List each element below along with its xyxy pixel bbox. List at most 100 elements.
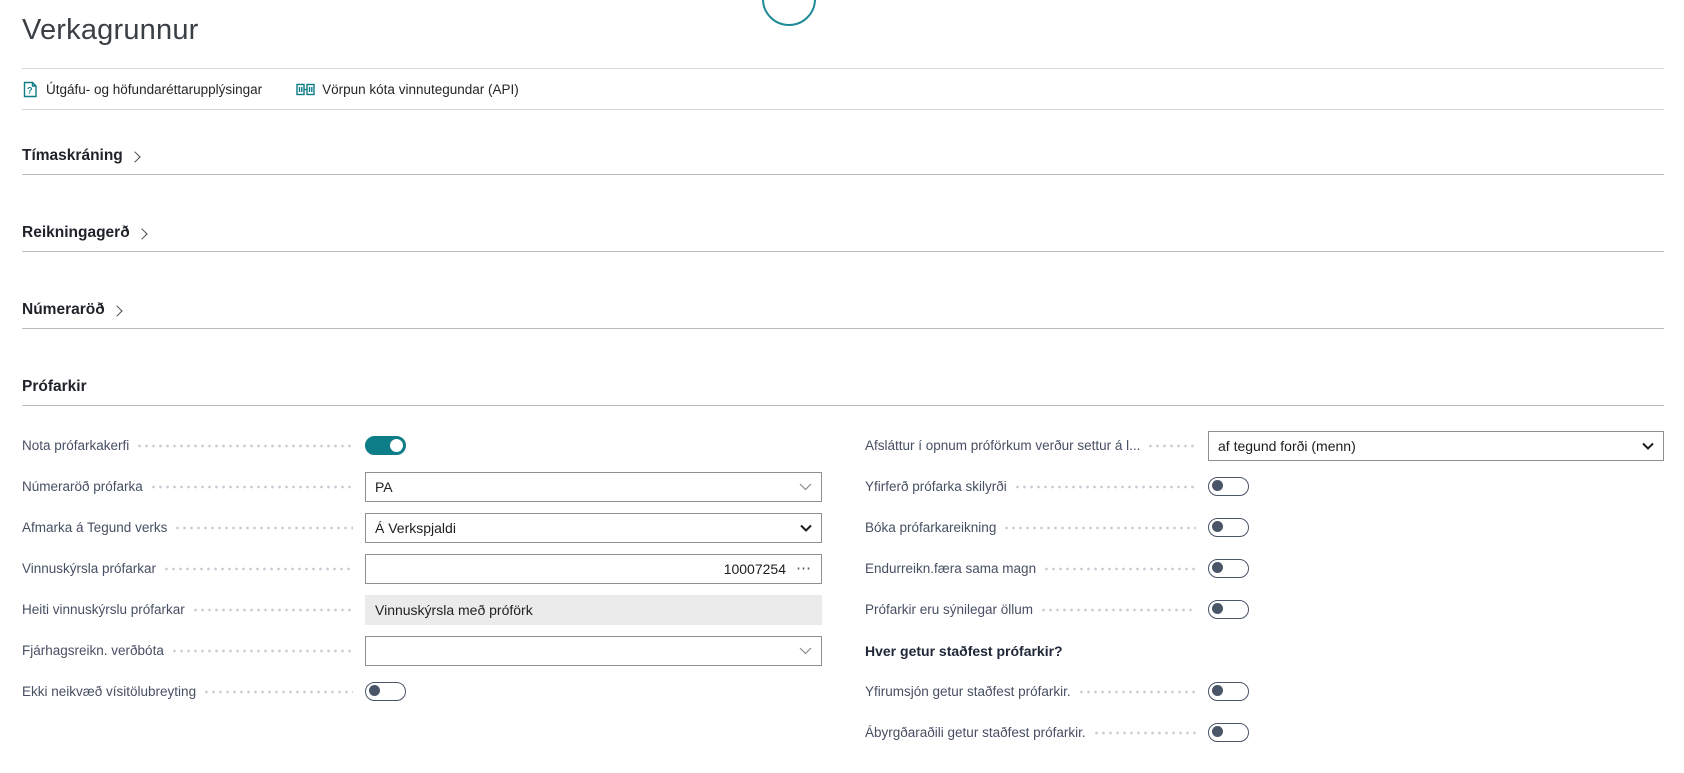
select-value: af tegund forði (menn)	[1218, 438, 1634, 454]
field-label: Prófarkir eru sýnilegar öllum	[865, 602, 1033, 617]
leader-dots	[150, 480, 353, 494]
chevron-down-icon	[800, 524, 812, 532]
section-header[interactable]: Reikningagerð	[22, 224, 1664, 251]
field-row-fjarhagsreikn-verdbota: Fjárhagsreikn. verðbóta	[22, 630, 822, 671]
leader-dots	[163, 562, 353, 576]
field-row-numerarod-profarka: Númeraröð prófarka PA	[22, 466, 822, 507]
leader-dots	[1014, 480, 1196, 494]
section-profarkir: Prófarkir	[22, 329, 1664, 406]
leader-dots	[1003, 521, 1196, 535]
toggle-endurreikn[interactable]	[1208, 559, 1249, 578]
field-label: Ekki neikvæð vísitölubreyting	[22, 684, 196, 699]
toolbar-item-label: Útgáfu- og höfundaréttarupplýsingar	[46, 82, 262, 97]
field-label: Númeraröð prófarka	[22, 479, 143, 494]
leader-dots	[1093, 726, 1196, 740]
input-value: 10007254	[375, 561, 786, 577]
leader-dots	[1078, 685, 1196, 699]
field-row-profarkir-synilegar: Prófarkir eru sýnilegar öllum	[865, 589, 1664, 630]
fields-column-left: Nota prófarkakerfi Númeraröð prófarka PA	[22, 425, 822, 753]
leader-dots	[174, 521, 353, 535]
toolbar-item-version-info[interactable]: ? Útgáfu- og höfundaréttarupplýsingar	[22, 81, 262, 98]
toggle-nota-profarkakerfi[interactable]	[365, 436, 406, 455]
page-title: Verkagrunnur	[22, 14, 1664, 47]
input-value: PA	[375, 479, 791, 495]
fields-column-right: Afsláttur í opnum próförkum verður settu…	[865, 425, 1664, 753]
page-toolbar: ? Útgáfu- og höfundaréttarupplýsingar Vö…	[22, 69, 1664, 109]
chevron-right-icon	[111, 305, 122, 316]
assist-edit-icon[interactable]: ⋯	[796, 561, 812, 576]
toggle-profarkir-synilegar[interactable]	[1208, 600, 1249, 619]
numerarod-profarka-input[interactable]: PA	[365, 472, 822, 502]
leader-dots	[136, 439, 353, 453]
fjarhagsreikn-verdbota-input[interactable]	[365, 636, 822, 666]
vinnuskyrsla-profarkar-input[interactable]: 10007254 ⋯	[365, 554, 822, 584]
toggle-ekki-neikvaed[interactable]	[365, 682, 406, 701]
field-row-abyrgdaradili-stadfest: Ábyrgðaraðili getur staðfest prófarkir.	[865, 712, 1664, 753]
section-reikningagerd: Reikningagerð	[22, 175, 1664, 252]
svg-text:?: ?	[27, 85, 33, 95]
field-row-afmarka-tegund-verks: Afmarka á Tegund verks Á Verkspjaldi	[22, 507, 822, 548]
field-row-afslattur: Afsláttur í opnum próförkum verður settu…	[865, 425, 1664, 466]
leader-dots	[203, 685, 353, 699]
toggle-knob	[369, 685, 380, 696]
column-gap	[822, 425, 865, 753]
version-info-icon: ?	[22, 81, 39, 98]
group-subheading: Hver getur staðfest prófarkir?	[865, 643, 1063, 659]
field-row-yfirumsjon-stadfest: Yfirumsjón getur staðfest prófarkir.	[865, 671, 1664, 712]
toggle-knob	[390, 439, 403, 452]
section-divider	[22, 405, 1664, 406]
section-title: Númeraröð	[22, 301, 105, 319]
chevron-down-icon[interactable]	[799, 483, 812, 491]
section-numerarod: Númeraröð	[22, 252, 1664, 329]
field-row-nota-profarkakerfi: Nota prófarkakerfi	[22, 425, 822, 466]
field-label: Fjárhagsreikn. verðbóta	[22, 643, 164, 658]
select-value: Á Verkspjaldi	[375, 520, 792, 536]
chevron-right-icon	[129, 151, 140, 162]
field-label: Nota prófarkakerfi	[22, 438, 129, 453]
section-timaskraning: Tímaskráning	[22, 110, 1664, 175]
section-header[interactable]: Tímaskráning	[22, 147, 1664, 174]
toggle-knob	[1212, 685, 1223, 696]
toggle-yfirumsjon-stadfest[interactable]	[1208, 682, 1249, 701]
leader-dots	[171, 644, 353, 658]
field-row-yfirferd-skilyrdi: Yfirferð prófarka skilyrði	[865, 466, 1664, 507]
leader-dots	[1040, 603, 1196, 617]
subheading-row-hver-getur-stadfest: Hver getur staðfest prófarkir?	[865, 630, 1664, 671]
input-value: Vinnuskýrsla með próförk	[375, 602, 812, 618]
field-label: Bóka prófarkareikning	[865, 520, 996, 535]
field-row-boka-profarkareikning: Bóka prófarkareikning	[865, 507, 1664, 548]
toggle-knob	[1212, 562, 1223, 573]
chevron-down-icon[interactable]	[799, 647, 812, 655]
leader-dots	[1147, 439, 1196, 453]
field-row-heiti-vinnuskyrslu: Heiti vinnuskýrslu prófarkar Vinnuskýrsl…	[22, 589, 822, 630]
toggle-knob	[1212, 480, 1223, 491]
field-label: Yfirferð prófarka skilyrði	[865, 479, 1007, 494]
project-setup-page: Verkagrunnur ? Útgáfu- og höfundaréttaru…	[0, 14, 1684, 773]
field-label: Yfirumsjón getur staðfest prófarkir.	[865, 684, 1071, 699]
field-label: Afmarka á Tegund verks	[22, 520, 167, 535]
afslattur-select[interactable]: af tegund forði (menn)	[1208, 431, 1664, 461]
heiti-vinnuskyrslu-field: Vinnuskýrsla með próförk	[365, 595, 822, 625]
toolbar-item-code-mapping[interactable]: Vörpun kóta vinnutegundar (API)	[296, 82, 519, 97]
leader-dots	[192, 603, 353, 617]
chevron-right-icon	[136, 228, 147, 239]
leader-dots	[1043, 562, 1196, 576]
field-label: Endurreikn.færa sama magn	[865, 561, 1036, 576]
toggle-boka-profarkareikning[interactable]	[1208, 518, 1249, 537]
field-label: Afsláttur í opnum próförkum verður settu…	[865, 438, 1140, 453]
field-label: Heiti vinnuskýrslu prófarkar	[22, 602, 185, 617]
field-row-endurreikn: Endurreikn.færa sama magn	[865, 548, 1664, 589]
section-title: Tímaskráning	[22, 147, 123, 165]
chevron-down-icon	[1642, 442, 1654, 450]
profarkir-fields: Nota prófarkakerfi Númeraröð prófarka PA	[22, 425, 1664, 753]
field-label: Ábyrgðaraðili getur staðfest prófarkir.	[865, 725, 1086, 740]
field-label: Vinnuskýrsla prófarkar	[22, 561, 156, 576]
toggle-knob	[1212, 603, 1223, 614]
toggle-yfirferd-skilyrdi[interactable]	[1208, 477, 1249, 496]
section-title: Reikningagerð	[22, 224, 130, 242]
section-header[interactable]: Prófarkir	[22, 378, 1664, 405]
toggle-abyrgdaradili-stadfest[interactable]	[1208, 723, 1249, 742]
afmarka-tegund-verks-select[interactable]: Á Verkspjaldi	[365, 513, 822, 543]
section-header[interactable]: Númeraröð	[22, 301, 1664, 328]
toggle-knob	[1212, 521, 1223, 532]
